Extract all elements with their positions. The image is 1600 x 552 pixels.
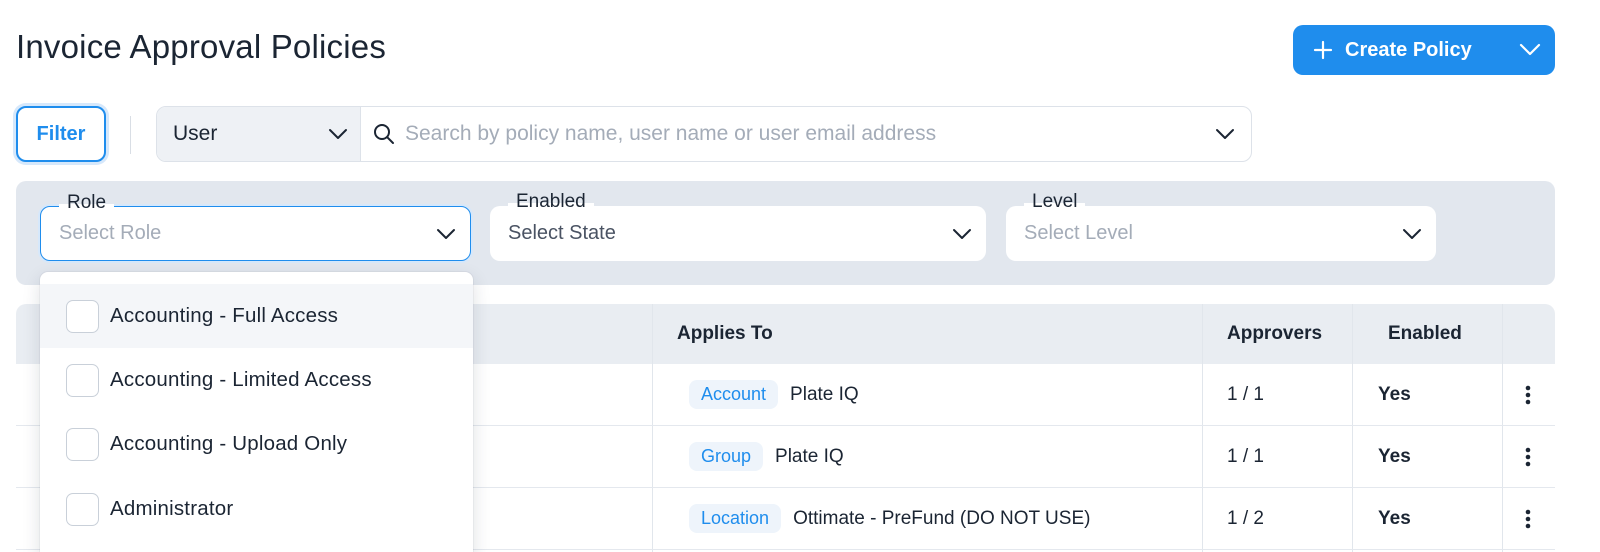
applies-to-target: Ottimate - PreFund (DO NOT USE) [793,507,1091,529]
enabled-cell: Yes [1378,445,1411,467]
row-actions-button[interactable] [1508,364,1548,425]
search-icon [374,124,394,144]
chevron-down-icon [953,228,971,239]
role-option-label: Administrator [110,497,234,520]
column-header-approvers[interactable]: Approvers [1227,304,1322,364]
approvers-cell: 1 / 1 [1227,383,1264,405]
role-select[interactable]: Role Select Role [40,192,471,261]
applies-to-target: Plate IQ [775,445,844,467]
filter-button[interactable]: Filter [16,106,106,162]
chevron-down-icon [437,228,455,239]
applies-to-type-badge: Group [689,442,764,471]
search-scope-value: User [173,122,218,145]
create-policy-button[interactable]: Create Policy [1293,25,1505,75]
create-policy-button-group: Create Policy [1293,25,1555,75]
page-title: Invoice Approval Policies [16,28,387,65]
chevron-down-icon[interactable] [1215,128,1235,140]
role-option-checkbox[interactable] [66,427,99,461]
enabled-cell: Yes [1378,383,1411,405]
applies-to-cell: Location Ottimate - PreFund (DO NOT USE) [689,488,1090,549]
role-option[interactable]: Accounting - Upload Only [40,412,473,476]
role-option-label: Accounting - Upload Only [110,432,348,455]
applies-to-type-badge: Location [689,504,782,533]
toolbar-divider [130,116,131,154]
create-policy-label: Create Policy [1345,38,1472,61]
search-scope-select[interactable]: User [157,107,361,161]
enabled-cell: Yes [1378,507,1411,529]
chevron-down-icon [329,129,347,139]
role-select-label: Role [59,192,115,214]
column-header-applies-to[interactable]: Applies To [677,304,773,364]
search-group: User [156,106,1252,162]
level-select-label: Level [1024,191,1086,213]
role-option[interactable]: Accounting - Full Access [40,284,473,348]
role-dropdown-menu: Accounting - Full Access Accounting - Li… [40,272,473,552]
create-policy-menu-toggle[interactable] [1505,25,1555,75]
chevron-down-icon [1403,228,1421,239]
chevron-down-icon [1519,43,1541,56]
role-option[interactable]: Administrator [40,477,473,541]
applies-to-target: Plate IQ [790,383,859,405]
role-option-checkbox[interactable] [66,363,99,397]
row-actions-button[interactable] [1508,488,1548,549]
role-option-label: Accounting - Limited Access [110,368,372,391]
role-select-placeholder: Select Role [59,222,162,244]
more-vertical-icon [1525,509,1531,528]
filter-panel: Role Select Role Enabled Select State Le… [16,181,1555,285]
row-actions-button[interactable] [1508,426,1548,487]
more-vertical-icon [1525,447,1531,466]
plus-icon [1313,40,1333,60]
enabled-select-label: Enabled [508,191,594,213]
applies-to-type-badge: Account [689,380,779,409]
level-select-placeholder: Select Level [1024,222,1133,244]
role-option-checkbox[interactable] [66,299,99,333]
enabled-select[interactable]: Enabled Select State [490,191,986,261]
column-header-enabled[interactable]: Enabled [1388,304,1462,364]
applies-to-cell: Account Plate IQ [689,364,859,425]
level-select[interactable]: Level Select Level [1006,191,1436,261]
approvers-cell: 1 / 1 [1227,445,1264,467]
search-box [361,107,1251,161]
role-option[interactable]: Accounting - Limited Access [40,348,473,412]
role-option-label: Accounting - Full Access [110,304,339,327]
search-input[interactable] [405,122,1215,146]
applies-to-cell: Group Plate IQ [689,426,844,487]
role-option-checkbox[interactable] [66,492,99,526]
more-vertical-icon [1525,385,1531,404]
enabled-select-placeholder: Select State [508,222,616,244]
approvers-cell: 1 / 2 [1227,507,1264,529]
